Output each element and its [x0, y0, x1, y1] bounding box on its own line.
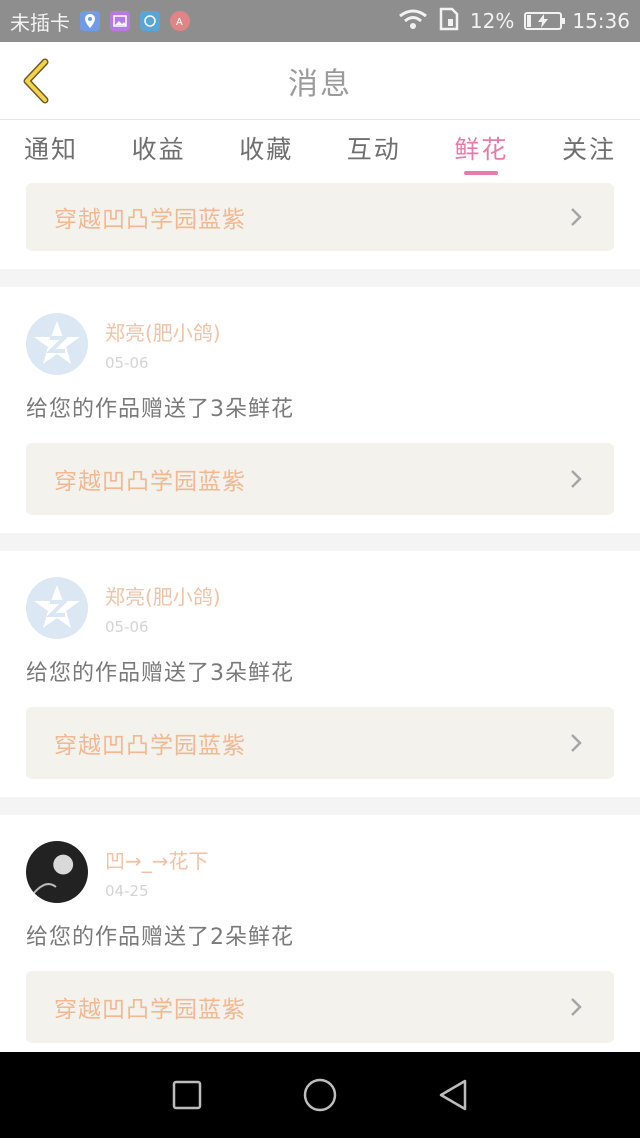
message-date: 05-06 [105, 618, 149, 636]
chevron-right-icon [566, 469, 586, 489]
work-title: 穿越凹凸学园蓝紫 [54, 997, 246, 1023]
tab-label: 关注 [561, 135, 616, 164]
gallery-icon [110, 11, 130, 31]
tab-interactions[interactable]: 互动 [347, 121, 401, 175]
user-avatar[interactable] [26, 841, 88, 903]
message-card: 郑亮(肥小鸽) 05-06 给您的作品赠送了3朵鲜花 穿越凹凸学园蓝紫 [0, 287, 640, 533]
tab-bar: 通知 收益 收藏 互动 鲜花 关注 [0, 121, 640, 179]
tab-label: 鲜花 [454, 135, 509, 164]
tab-label: 收益 [131, 135, 186, 164]
chevron-left-icon [23, 58, 49, 104]
carrier-text: 未插卡 [10, 10, 70, 35]
home-icon [303, 1078, 337, 1112]
tab-notifications[interactable]: 通知 [24, 121, 78, 175]
message-date: 05-06 [105, 354, 149, 372]
wifi-icon [398, 8, 428, 35]
system-nav-bar [0, 1052, 640, 1138]
tab-label: 收藏 [239, 135, 294, 164]
username[interactable]: 凹→_→花下 [105, 845, 209, 874]
username[interactable]: 郑亮(肥小鸽) [105, 317, 221, 346]
work-link[interactable]: 穿越凹凸学园蓝紫 [26, 971, 614, 1043]
accessibility-icon: A [170, 11, 190, 31]
battery-icon [524, 12, 566, 30]
clock-text: 15:36 [572, 9, 630, 33]
message-card: 穿越凹凸学园蓝紫 [0, 179, 640, 269]
active-tab-indicator [464, 171, 499, 175]
default-avatar-icon[interactable] [26, 313, 88, 375]
app-icon [140, 11, 160, 31]
work-link[interactable]: 穿越凹凸学园蓝紫 [26, 443, 614, 515]
chevron-right-icon [566, 207, 586, 227]
tab-label: 通知 [24, 135, 79, 164]
page-title: 消息 [288, 66, 352, 102]
location-icon [80, 11, 100, 31]
status-bar: 未插卡 A 12% 15:36 [0, 0, 640, 42]
message-text: 给您的作品赠送了2朵鲜花 [26, 925, 294, 950]
username[interactable]: 郑亮(肥小鸽) [105, 581, 221, 610]
tab-follows[interactable]: 关注 [562, 121, 616, 175]
svg-text:A: A [176, 17, 183, 27]
back-icon [440, 1079, 467, 1111]
message-text: 给您的作品赠送了3朵鲜花 [26, 397, 294, 422]
work-link[interactable]: 穿越凹凸学园蓝紫 [26, 707, 614, 779]
chevron-right-icon [566, 997, 586, 1017]
work-link[interactable]: 穿越凹凸学园蓝紫 [26, 183, 614, 251]
back-button[interactable] [14, 56, 58, 106]
tab-label: 互动 [346, 135, 401, 164]
work-title: 穿越凹凸学园蓝紫 [54, 207, 246, 233]
tab-flowers[interactable]: 鲜花 [454, 121, 508, 175]
home-button[interactable] [298, 1073, 342, 1117]
message-list[interactable]: 穿越凹凸学园蓝紫 郑亮(肥小鸽) 05-06 给您的作品赠送了3朵鲜花 穿越凹凸… [0, 179, 640, 1052]
chevron-right-icon [566, 733, 586, 753]
back-nav-button[interactable] [431, 1073, 475, 1117]
battery-percent: 12% [469, 9, 515, 33]
message-card: 郑亮(肥小鸽) 05-06 给您的作品赠送了3朵鲜花 穿越凹凸学园蓝紫 [0, 551, 640, 797]
default-avatar-icon[interactable] [26, 577, 88, 639]
tab-favorites[interactable]: 收藏 [239, 121, 293, 175]
app-header: 消息 [0, 42, 640, 120]
work-title: 穿越凹凸学园蓝紫 [54, 733, 246, 759]
recent-apps-button[interactable] [165, 1073, 209, 1117]
message-card: 凹→_→花下 04-25 给您的作品赠送了2朵鲜花 穿越凹凸学园蓝紫 [0, 815, 640, 1052]
message-date: 04-25 [105, 882, 149, 900]
sim-icon [438, 7, 460, 36]
recent-apps-icon [172, 1080, 201, 1110]
message-text: 给您的作品赠送了3朵鲜花 [26, 661, 294, 686]
work-title: 穿越凹凸学园蓝紫 [54, 469, 246, 495]
battery-level [527, 15, 532, 27]
tab-earnings[interactable]: 收益 [132, 121, 186, 175]
